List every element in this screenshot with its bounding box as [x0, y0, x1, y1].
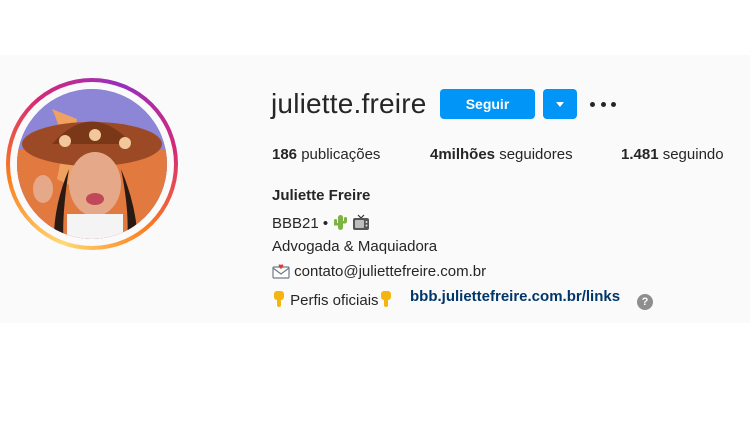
- follow-button[interactable]: Seguir: [440, 89, 535, 119]
- chevron-down-icon: [556, 101, 564, 107]
- followers-count: 4milhões: [430, 146, 496, 163]
- bio-line-4: Perfis oficiais: [272, 290, 393, 309]
- followers-stat[interactable]: 4milhões seguidores: [430, 146, 573, 163]
- avatar-photo: [17, 89, 167, 239]
- bio-line-3: contato@juliettefreire.com.br: [272, 263, 486, 280]
- pointing-down-icon: [380, 291, 391, 307]
- avatar-story-ring[interactable]: [6, 78, 178, 250]
- followers-label: seguidores: [495, 146, 573, 163]
- profile-link[interactable]: bbb.juliettefreire.com.br/links: [410, 288, 620, 305]
- bio-text-1: BBB21 •: [272, 215, 329, 232]
- envelope-icon: [272, 264, 290, 279]
- bio-line-2: Advogada & Maquiadora: [272, 238, 438, 255]
- help-icon[interactable]: ?: [637, 294, 653, 310]
- full-name: Juliette Freire: [272, 187, 371, 204]
- bio-line-1: BBB21 •: [272, 213, 370, 232]
- posts-count: 186: [272, 146, 298, 163]
- more-options-icon[interactable]: [590, 96, 616, 112]
- tv-icon: [353, 214, 370, 230]
- avatar[interactable]: [17, 89, 167, 239]
- following-stat[interactable]: 1.481 seguindo: [621, 146, 724, 163]
- username: juliette.freire: [271, 88, 427, 119]
- pointing-down-icon: [274, 291, 284, 307]
- posts-stat: 186 publicações: [272, 146, 380, 163]
- contact-email: contato@juliettefreire.com.br: [294, 263, 487, 280]
- suggested-accounts-button[interactable]: [543, 89, 577, 119]
- following-label: seguindo: [658, 146, 724, 163]
- following-count: 1.481: [621, 146, 659, 163]
- posts-label: publicações: [297, 146, 381, 163]
- cactus-icon: [334, 215, 348, 230]
- official-profiles-text: Perfis oficiais: [290, 292, 379, 309]
